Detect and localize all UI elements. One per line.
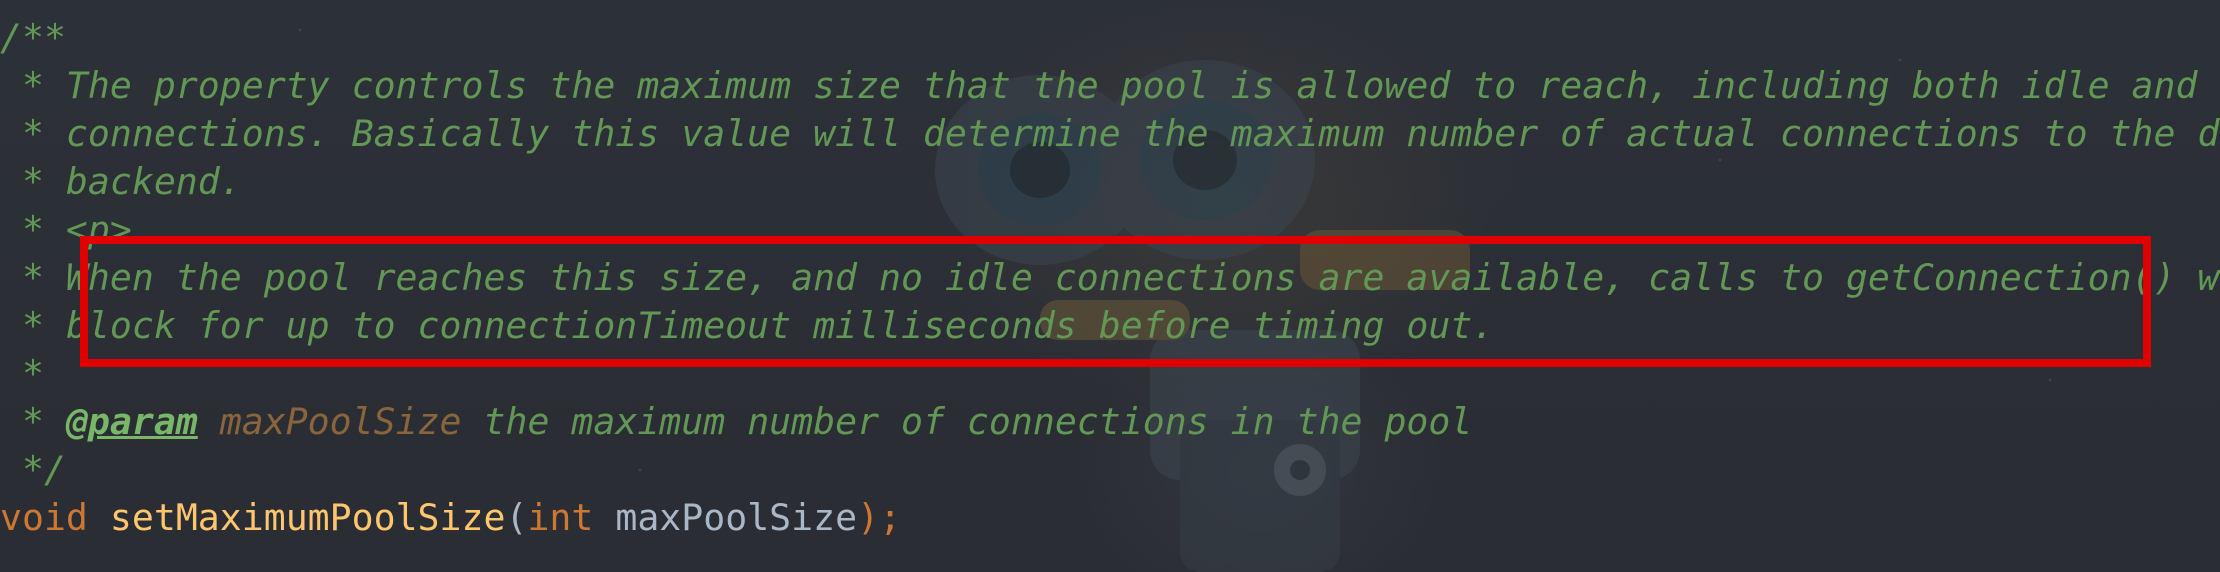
code-line: /** xyxy=(0,14,2220,62)
comment-prefix: * xyxy=(0,256,66,299)
code-line: * xyxy=(0,350,2220,398)
close-paren-semicolon: ); xyxy=(857,496,902,539)
code-line: * When the pool reaches this size, and n… xyxy=(0,254,2220,302)
param-type-keyword: int xyxy=(527,496,594,539)
code-editor[interactable]: /** * The property controls the maximum … xyxy=(0,0,2220,572)
code-line: * The property controls the maximum size… xyxy=(0,62,2220,110)
javadoc-param-name[interactable]: maxPoolSize xyxy=(220,400,462,443)
paragraph-tag: * <p> xyxy=(0,208,132,251)
code-line: * backend. xyxy=(0,158,2220,206)
open-paren: ( xyxy=(505,496,528,539)
javadoc-description: * connections. Basically this value will… xyxy=(0,112,2220,155)
comment-prefix: * xyxy=(0,400,66,443)
highlighted-text: When the pool reaches this size, and no … xyxy=(65,256,2220,299)
code-line: */ xyxy=(0,446,2220,494)
code-line: * connections. Basically this value will… xyxy=(0,110,2220,158)
javadoc-param-description: the maximum number of connections in the… xyxy=(461,400,1473,443)
highlighted-text: block for up to connectionTimeout millis… xyxy=(65,304,1495,347)
javadoc-param-tag[interactable]: @param xyxy=(66,400,198,443)
comment-close: */ xyxy=(0,448,66,491)
param-identifier[interactable]: maxPoolSize xyxy=(615,496,857,539)
comment-prefix: * xyxy=(0,304,66,347)
javadoc-description: * The property controls the maximum size… xyxy=(0,64,2220,107)
javadoc-description: * backend. xyxy=(0,160,242,203)
method-signature: void setMaximumPoolSize(int maxPoolSize)… xyxy=(0,494,2220,542)
code-line: * @param maxPoolSize the maximum number … xyxy=(0,398,2220,446)
code-line: * <p> xyxy=(0,206,2220,254)
comment-blank-line: * xyxy=(0,352,44,395)
code-line: * block for up to connectionTimeout mill… xyxy=(0,302,2220,350)
source-code: /** * The property controls the maximum … xyxy=(0,14,2220,542)
return-type-keyword: void xyxy=(0,496,88,539)
comment-open: /** xyxy=(0,16,66,59)
method-name[interactable]: setMaximumPoolSize xyxy=(110,496,506,539)
